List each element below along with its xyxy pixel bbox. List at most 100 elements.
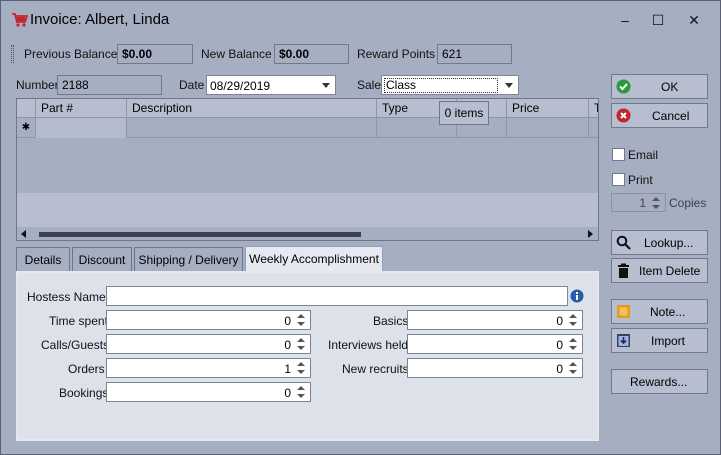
- rewards-button[interactable]: Rewards...: [611, 369, 708, 394]
- invoice-window: Invoice: Albert, Linda – ☐ ✕ Previous Ba…: [0, 0, 721, 455]
- date-label: Date: [179, 78, 205, 92]
- horizontal-scrollbar[interactable]: [17, 227, 598, 240]
- calls-guests-label: Calls/Guests: [41, 338, 110, 352]
- table-cell[interactable]: [36, 118, 127, 138]
- sale-select[interactable]: Class: [381, 75, 519, 95]
- time-spent-label: Time spent: [49, 314, 108, 328]
- reward-points-label: Reward Points: [357, 47, 436, 61]
- item-delete-button[interactable]: Item Delete: [611, 258, 708, 283]
- tab-details[interactable]: Details: [16, 247, 70, 271]
- window-title: Invoice: Albert, Linda: [30, 11, 170, 28]
- chevron-down-icon[interactable]: [505, 83, 513, 88]
- number-label: Number: [16, 78, 59, 92]
- column-header-part[interactable]: Part #: [36, 99, 127, 118]
- table-cell[interactable]: [507, 118, 589, 138]
- ok-button[interactable]: OK: [611, 74, 708, 99]
- print-checkbox[interactable]: [612, 173, 625, 186]
- close-button[interactable]: ✕: [679, 10, 709, 30]
- date-picker[interactable]: 08/29/2019: [206, 75, 336, 95]
- search-icon: [616, 235, 631, 250]
- new-balance-label: New Balance: [201, 47, 272, 61]
- minimize-icon: –: [621, 12, 629, 28]
- spinner-arrows-icon[interactable]: [295, 312, 308, 329]
- ok-label: OK: [661, 80, 679, 94]
- new-recruits-label: New recruits: [342, 362, 409, 376]
- time-spent-stepper[interactable]: 0: [106, 310, 311, 330]
- minimize-button[interactable]: –: [610, 10, 640, 30]
- new-recruits-stepper[interactable]: 0: [407, 358, 583, 378]
- spinner-arrows-icon[interactable]: [295, 384, 308, 401]
- spinner-arrows-icon[interactable]: [295, 360, 308, 377]
- tab-discount[interactable]: Discount: [72, 247, 132, 271]
- spinner-arrows-icon[interactable]: [295, 336, 308, 353]
- invoice-number: 2188: [57, 75, 162, 95]
- note-icon: [617, 305, 630, 318]
- previous-balance-value: $0.00: [117, 44, 193, 64]
- title-bar: Invoice: Albert, Linda – ☐ ✕: [1, 1, 720, 39]
- rewards-label: Rewards...: [630, 375, 688, 389]
- lookup-label: Lookup...: [644, 236, 694, 250]
- weekly-accomplishment-panel: Hostess Name Time spent 0 Calls/Guests 0…: [16, 271, 599, 441]
- email-label: Email: [628, 148, 659, 162]
- calls-guests-stepper[interactable]: 0: [106, 334, 311, 354]
- print-label: Print: [628, 173, 653, 187]
- spinner-arrows-icon[interactable]: [567, 312, 580, 329]
- table-cell[interactable]: [127, 118, 377, 138]
- lookup-button[interactable]: Lookup...: [611, 230, 708, 255]
- trash-icon: [618, 263, 629, 278]
- check-circle-icon: [616, 79, 631, 94]
- close-icon: ✕: [688, 11, 700, 28]
- cancel-label: Cancel: [652, 109, 690, 123]
- grip-handle[interactable]: [11, 45, 14, 63]
- maximize-icon: ☐: [651, 11, 665, 28]
- import-button[interactable]: Import: [611, 328, 708, 353]
- new-balance-value: $0.00: [274, 44, 349, 64]
- column-header-total[interactable]: To: [589, 99, 598, 118]
- import-icon: [617, 334, 630, 347]
- date-value: 08/29/2019: [210, 79, 271, 93]
- cancel-button[interactable]: Cancel: [611, 103, 708, 128]
- table-row[interactable]: ✱: [17, 118, 598, 138]
- item-delete-label: Item Delete: [639, 264, 701, 278]
- grid-header: Part # Description Type Qty Price To: [17, 99, 598, 118]
- interviews-held-stepper[interactable]: 0: [407, 334, 583, 354]
- spinner-arrows-icon[interactable]: [567, 360, 580, 377]
- hostess-name-label: Hostess Name: [27, 290, 106, 304]
- import-label: Import: [651, 334, 686, 348]
- sale-label: Sale: [357, 78, 382, 92]
- grid-footer: [17, 193, 598, 227]
- row-header-corner: [17, 99, 36, 118]
- cart-icon: [12, 13, 28, 27]
- scroll-left-icon[interactable]: [21, 230, 26, 238]
- interviews-held-label: Interviews held: [328, 338, 409, 352]
- spinner-arrows-icon[interactable]: [567, 336, 580, 353]
- chevron-down-icon[interactable]: [322, 83, 330, 88]
- bookings-stepper[interactable]: 0: [106, 382, 311, 402]
- tab-shipping-delivery[interactable]: Shipping / Delivery: [134, 247, 243, 271]
- scroll-right-icon[interactable]: [588, 230, 593, 238]
- reward-points-value: 621: [437, 44, 512, 64]
- basics-stepper[interactable]: 0: [407, 310, 583, 330]
- orders-label: Orders: [68, 362, 105, 376]
- scrollbar-thumb[interactable]: [39, 232, 361, 237]
- orders-stepper[interactable]: 1: [106, 358, 311, 378]
- note-label: Note...: [650, 305, 686, 319]
- bookings-label: Bookings: [59, 386, 109, 400]
- column-header-price[interactable]: Price: [507, 99, 589, 118]
- hostess-name-input[interactable]: [106, 286, 568, 306]
- copies-label: Copies: [669, 196, 707, 210]
- column-header-description[interactable]: Description: [127, 99, 377, 118]
- info-icon[interactable]: [570, 289, 584, 303]
- spinner-arrows-icon[interactable]: [650, 195, 663, 212]
- tab-weekly-accomplishment[interactable]: Weekly Accomplishment: [245, 246, 383, 273]
- cancel-circle-icon: [616, 108, 631, 123]
- note-button[interactable]: Note...: [611, 299, 708, 324]
- sale-value: Class: [384, 78, 498, 93]
- basics-label: Basics: [373, 314, 409, 328]
- copies-stepper[interactable]: 1: [611, 193, 666, 212]
- items-grid[interactable]: Part # Description Type Qty Price To ✱: [16, 98, 599, 241]
- maximize-button[interactable]: ☐: [643, 10, 673, 30]
- items-count-badge: 0 items: [439, 101, 489, 125]
- new-row-marker: ✱: [17, 118, 36, 138]
- email-checkbox[interactable]: [612, 148, 625, 161]
